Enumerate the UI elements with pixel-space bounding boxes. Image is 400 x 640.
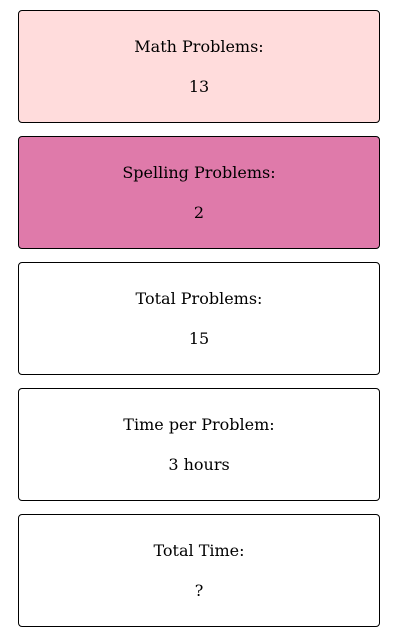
- card-label: Math Problems:: [134, 36, 264, 56]
- card-value: ?: [194, 580, 204, 600]
- card-value: 3 hours: [168, 454, 230, 474]
- total-problems-card: Total Problems: 15: [18, 262, 380, 375]
- card-label: Total Time:: [153, 540, 245, 560]
- card-value: 13: [188, 76, 210, 96]
- card-label: Spelling Problems:: [122, 162, 276, 182]
- total-time-card: Total Time: ?: [18, 514, 380, 627]
- card-value: 15: [188, 328, 210, 348]
- spelling-problems-card: Spelling Problems: 2: [18, 136, 380, 249]
- card-label: Total Problems:: [135, 288, 263, 308]
- math-problems-card: Math Problems: 13: [18, 10, 380, 123]
- time-per-problem-card: Time per Problem: 3 hours: [18, 388, 380, 501]
- card-label: Time per Problem:: [123, 414, 275, 434]
- card-value: 2: [193, 202, 205, 222]
